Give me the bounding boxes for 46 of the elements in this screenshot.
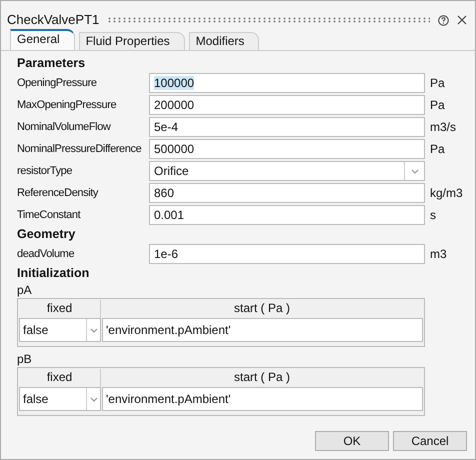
field-label: TimeConstant	[17, 208, 82, 223]
unit-label: m3	[429, 246, 447, 263]
tab[interactable]: Modifiers	[188, 32, 260, 50]
dropdown-field[interactable]: false	[19, 318, 101, 342]
input-field[interactable]: 'environment.pAmbient'	[102, 387, 423, 411]
input-field[interactable]: 5e-4	[149, 117, 425, 137]
dialog-button[interactable]: OK	[315, 431, 389, 451]
field-label: resistorType	[17, 164, 74, 179]
input-field[interactable]: 200000	[149, 95, 425, 115]
field-label: NominalPressureDifference	[17, 142, 142, 157]
window-title: CheckValvePT1	[7, 11, 100, 30]
dropdown-field[interactable]: Orifice	[149, 161, 425, 181]
group-label: pA	[17, 282, 33, 298]
field-label: deadVolume	[17, 246, 76, 262]
tab[interactable]: Fluid Properties	[78, 32, 185, 50]
section-heading: Geometry	[17, 226, 76, 243]
close-icon[interactable]	[457, 15, 467, 25]
field-label: OpeningPressure	[17, 76, 98, 91]
input-field[interactable]: 860	[149, 183, 425, 203]
unit-label: kg/m3	[429, 185, 463, 202]
field-label: NominalVolumeFlow	[17, 120, 112, 135]
group-label: pB	[17, 351, 33, 367]
unit-label: s	[429, 207, 436, 224]
input-field[interactable]: 100000	[149, 73, 425, 93]
unit-label: m3/s	[429, 119, 456, 136]
dialog-button[interactable]: Cancel	[393, 431, 467, 451]
caret-icon	[90, 396, 98, 402]
field-label: ReferenceDensity	[17, 186, 100, 201]
caret-icon	[90, 328, 98, 332]
unit-label: Pa	[429, 97, 445, 114]
help-icon[interactable]	[438, 14, 449, 26]
dropdown-field[interactable]: false	[19, 387, 101, 411]
caret-icon	[410, 168, 418, 174]
input-field[interactable]: 1e-6	[149, 244, 425, 264]
tab[interactable]: General	[10, 29, 75, 50]
input-field[interactable]: 0.001	[149, 205, 425, 225]
section-heading: Parameters	[17, 55, 86, 72]
column-header: start ( Pa )	[232, 300, 291, 317]
column-header: start ( Pa )	[232, 369, 291, 386]
unit-label: Pa	[429, 141, 445, 158]
field-label: MaxOpeningPressure	[17, 98, 118, 113]
section-heading: Initialization	[17, 265, 90, 282]
input-field[interactable]: 'environment.pAmbient'	[102, 318, 423, 342]
input-field[interactable]: 500000	[149, 139, 425, 159]
selected-text: 100000	[154, 76, 194, 90]
unit-label: Pa	[429, 75, 445, 92]
